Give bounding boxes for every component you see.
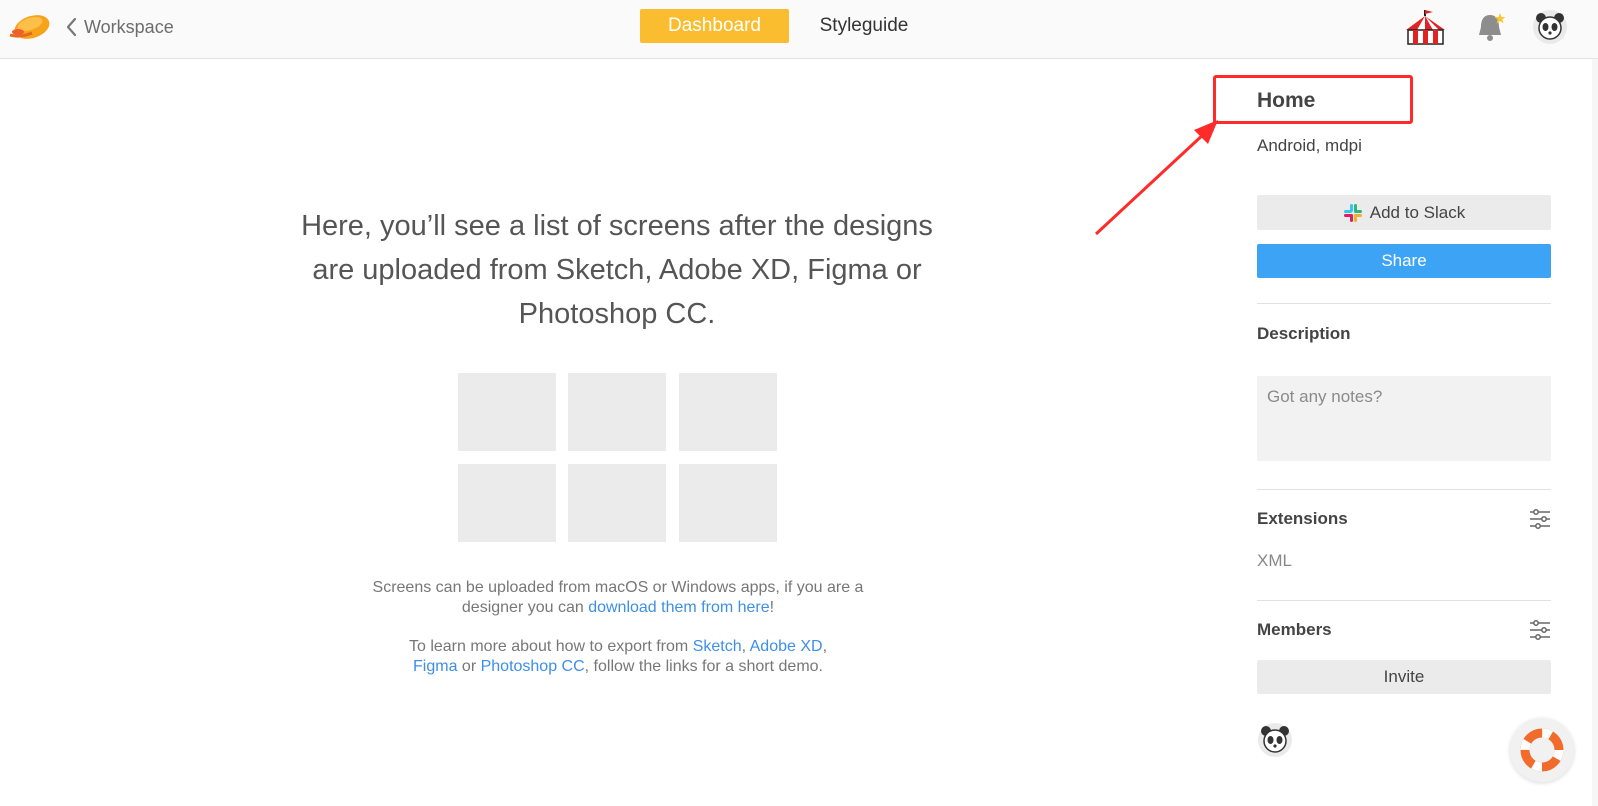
help-lifebuoy-button[interactable] bbox=[1510, 718, 1574, 782]
adobe-xd-link[interactable]: Adobe XD bbox=[750, 638, 823, 655]
screen-title: Home bbox=[1257, 89, 1316, 112]
add-to-slack-button[interactable]: Add to Slack bbox=[1257, 195, 1551, 230]
divider bbox=[1257, 600, 1551, 601]
upload-note: Screens can be uploaded from macOS or Wi… bbox=[358, 578, 878, 618]
chevron-left-icon bbox=[66, 17, 77, 37]
export-note-end: , follow the links for a short demo. bbox=[584, 658, 823, 675]
scrollbar[interactable] bbox=[1592, 59, 1598, 806]
screen-placeholder bbox=[568, 373, 666, 451]
screen-placeholder bbox=[568, 464, 666, 542]
annotation-arrow bbox=[1094, 120, 1218, 236]
tab-dashboard[interactable]: Dashboard bbox=[640, 9, 789, 43]
divider bbox=[1257, 489, 1551, 490]
separator: or bbox=[457, 658, 481, 675]
screen-placeholder bbox=[679, 464, 777, 542]
extensions-heading: Extensions bbox=[1257, 509, 1348, 528]
platform-density: Android, mdpi bbox=[1257, 136, 1362, 155]
bell-icon[interactable] bbox=[1472, 9, 1508, 45]
separator: , bbox=[741, 638, 750, 655]
screen-placeholder bbox=[679, 373, 777, 451]
sketch-link[interactable]: Sketch bbox=[693, 638, 742, 655]
empty-state-headline: Here, you’ll see a list of screens after… bbox=[301, 210, 933, 330]
upload-note-end: ! bbox=[769, 599, 775, 616]
download-apps-link[interactable]: download them from here bbox=[588, 599, 769, 616]
extensions-settings-sliders-icon[interactable] bbox=[1529, 509, 1551, 529]
description-heading: Description bbox=[1257, 324, 1351, 343]
lifebuoy-icon bbox=[1520, 728, 1564, 772]
zeplin-logo-icon[interactable] bbox=[6, 7, 54, 47]
separator: , bbox=[822, 638, 828, 655]
member-panda-avatar-icon[interactable] bbox=[1257, 722, 1293, 758]
circus-tent-icon[interactable] bbox=[1403, 8, 1448, 46]
photoshop-cc-link[interactable]: Photoshop CC bbox=[481, 658, 585, 675]
back-to-workspace-link[interactable]: Workspace bbox=[64, 14, 174, 40]
extension-item[interactable]: XML bbox=[1257, 551, 1292, 571]
screen-placeholder-grid bbox=[458, 373, 778, 543]
top-bar: Workspace Dashboard Styleguide bbox=[0, 0, 1598, 59]
screen-placeholder bbox=[458, 373, 556, 451]
invite-button[interactable]: Invite bbox=[1257, 660, 1551, 694]
back-label: Workspace bbox=[84, 16, 174, 37]
description-notes-input[interactable] bbox=[1257, 376, 1551, 461]
figma-link[interactable]: Figma bbox=[413, 658, 457, 675]
divider bbox=[1257, 303, 1551, 304]
share-button[interactable]: Share bbox=[1257, 244, 1551, 278]
export-note: To learn more about how to export from S… bbox=[358, 637, 878, 677]
screen-placeholder bbox=[458, 464, 556, 542]
panda-avatar-icon[interactable] bbox=[1532, 9, 1568, 45]
export-note-text: To learn more about how to export from bbox=[408, 638, 693, 655]
members-heading: Members bbox=[1257, 620, 1332, 639]
slack-icon bbox=[1343, 203, 1362, 222]
tab-styleguide[interactable]: Styleguide bbox=[806, 9, 922, 43]
members-settings-sliders-icon[interactable] bbox=[1529, 620, 1551, 640]
add-to-slack-label: Add to Slack bbox=[1369, 202, 1466, 222]
